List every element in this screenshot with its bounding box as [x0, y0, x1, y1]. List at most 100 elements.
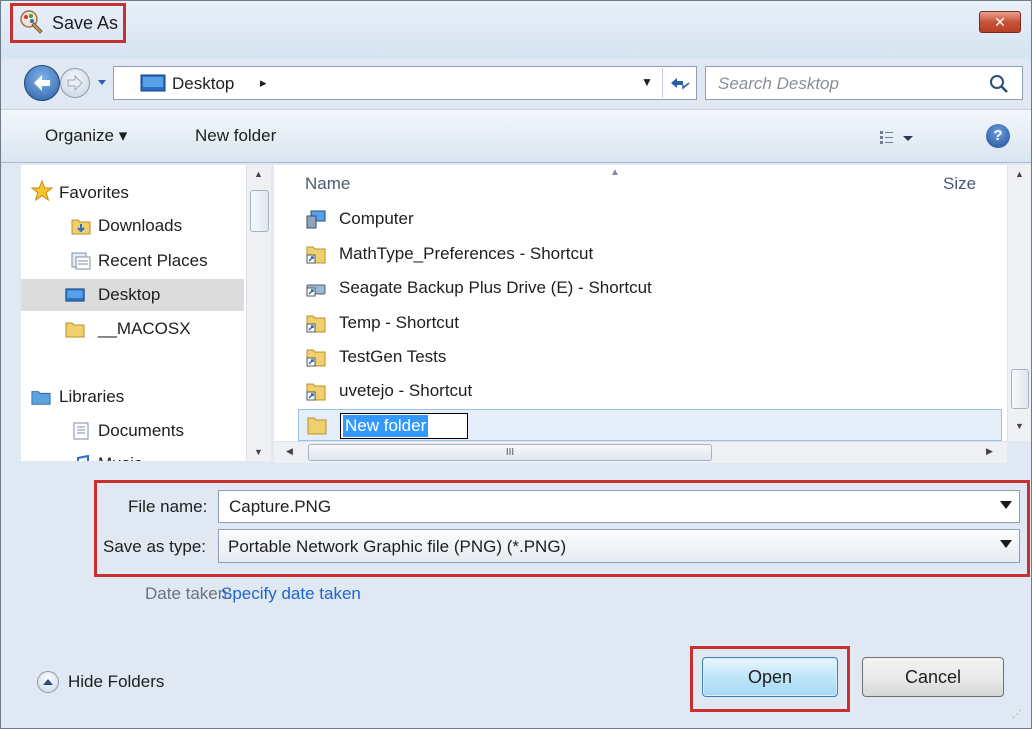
- save-as-type-label: Save as type:: [103, 537, 207, 556]
- nav-item-documents[interactable]: Documents: [21, 415, 246, 447]
- resize-grip-icon[interactable]: ⋰: [1012, 709, 1022, 720]
- scroll-up-arrow-icon[interactable]: ▲: [254, 169, 263, 179]
- close-button[interactable]: ✕: [979, 11, 1021, 33]
- file-name: Temp - Shortcut: [339, 313, 459, 332]
- nav-item-music[interactable]: Music: [21, 448, 246, 461]
- refresh-button[interactable]: [662, 68, 696, 98]
- save-as-type-dropdown-icon[interactable]: [1000, 540, 1012, 548]
- save-as-type-select[interactable]: Portable Network Graphic file (PNG) (*.P…: [218, 529, 1020, 563]
- new-folder-row[interactable]: New folder: [298, 409, 1002, 441]
- shortcut-folder-icon: [306, 349, 326, 367]
- nav-item-label: Music: [98, 448, 142, 461]
- arrow-left-icon: [34, 75, 50, 91]
- nav-item-label: Downloads: [98, 216, 183, 235]
- desktop-icon: [65, 288, 85, 302]
- paint-app-icon: [20, 10, 43, 34]
- file-row[interactable]: MathType_Preferences - Shortcut: [298, 237, 998, 271]
- music-icon: [77, 455, 89, 461]
- file-name: uvetejo - Shortcut: [339, 381, 473, 400]
- recent-places-icon: [71, 252, 91, 270]
- save-as-type-value: Portable Network Graphic file (PNG) (*.P…: [228, 537, 567, 556]
- organize-menu-button[interactable]: Organize ▾: [45, 126, 127, 146]
- downloads-folder-icon: [71, 219, 91, 235]
- file-name: Seagate Backup Plus Drive (E) - Shortcut: [339, 278, 652, 297]
- help-button[interactable]: ?: [986, 124, 1010, 148]
- nav-favorites-label: Favorites: [59, 183, 129, 202]
- nav-item-downloads[interactable]: Downloads: [21, 210, 246, 242]
- refresh-icon: [670, 78, 689, 90]
- address-location[interactable]: Desktop: [172, 74, 234, 94]
- shortcut-folder-icon: [306, 246, 326, 264]
- file-row[interactable]: uvetejo - Shortcut: [298, 374, 998, 408]
- file-row[interactable]: Temp - Shortcut: [298, 306, 998, 340]
- file-row[interactable]: TestGen Tests: [298, 340, 998, 374]
- file-list: ▲ Name Size Computer MathType_Preference…: [274, 165, 1007, 441]
- command-toolbar: Organize ▾ New folder ?: [1, 109, 1031, 163]
- file-name: TestGen Tests: [339, 347, 447, 366]
- nav-libraries-label: Libraries: [59, 387, 125, 406]
- file-row[interactable]: Seagate Backup Plus Drive (E) - Shortcut: [298, 271, 998, 305]
- file-list-scroll-thumb[interactable]: [1011, 369, 1029, 409]
- folder-icon: [65, 322, 85, 338]
- search-icon[interactable]: [988, 73, 1010, 95]
- address-dropdown-icon[interactable]: ▼: [641, 75, 653, 89]
- desktop-icon: [140, 74, 166, 92]
- column-header-size[interactable]: Size: [943, 174, 976, 194]
- specify-date-taken-link[interactable]: Specify date taken: [221, 584, 361, 604]
- window-title: Save As: [52, 13, 119, 33]
- rename-field[interactable]: New folder: [340, 413, 468, 439]
- address-bar[interactable]: Desktop ▸ ▼: [113, 66, 697, 100]
- scroll-down-arrow-icon[interactable]: ▼: [1015, 421, 1024, 431]
- recent-pages-dropdown-icon[interactable]: [95, 75, 109, 89]
- rename-text[interactable]: New folder: [343, 415, 429, 437]
- shortcut-folder-icon: [306, 383, 326, 401]
- star-icon: [31, 180, 53, 202]
- search-box[interactable]: Search Desktop: [705, 66, 1023, 100]
- hide-folders-button[interactable]: Hide Folders: [68, 672, 164, 692]
- nav-libraries-header[interactable]: Libraries: [21, 381, 246, 413]
- new-folder-button[interactable]: New folder: [195, 126, 276, 146]
- scroll-down-arrow-icon[interactable]: ▼: [254, 447, 263, 457]
- search-input[interactable]: Search Desktop: [718, 74, 839, 94]
- nav-pane-scrollbar[interactable]: ▲ ▼: [246, 165, 271, 461]
- arrow-right-icon: [67, 74, 83, 92]
- nav-item-recent-places[interactable]: Recent Places: [21, 245, 246, 277]
- open-button[interactable]: Open: [702, 657, 838, 697]
- shortcut-drive-icon: [306, 284, 326, 297]
- horizontal-scroll-thumb[interactable]: III: [308, 444, 712, 461]
- scroll-right-arrow-icon[interactable]: ▶: [986, 446, 993, 457]
- scroll-up-arrow-icon[interactable]: ▲: [1015, 169, 1024, 179]
- sort-ascending-icon: ▲: [610, 167, 620, 178]
- libraries-icon: [31, 391, 51, 405]
- breadcrumb-chevron-icon[interactable]: ▸: [260, 75, 267, 91]
- file-row[interactable]: Computer: [298, 202, 998, 236]
- nav-item-label: Recent Places: [98, 251, 208, 270]
- scroll-left-arrow-icon[interactable]: ◀: [286, 446, 293, 457]
- shortcut-folder-icon: [306, 315, 326, 333]
- file-list-vertical-scrollbar[interactable]: ▲ ▼: [1007, 165, 1031, 441]
- change-view-icon[interactable]: [878, 128, 918, 148]
- file-name-field[interactable]: Capture.PNG: [218, 490, 1020, 523]
- nav-item-label: __MACOSX: [98, 319, 191, 338]
- file-list-horizontal-scrollbar[interactable]: ◀ III ▶: [274, 441, 1007, 463]
- nav-item-label: Documents: [98, 421, 184, 440]
- date-taken-label: Date taken:: [145, 584, 232, 603]
- nav-item-desktop[interactable]: Desktop: [21, 279, 244, 311]
- documents-icon: [73, 422, 89, 440]
- file-name: MathType_Preferences - Shortcut: [339, 244, 594, 263]
- hide-folders-icon[interactable]: [37, 671, 59, 693]
- file-name-value[interactable]: Capture.PNG: [229, 497, 331, 517]
- nav-pane-scroll-thumb[interactable]: [250, 190, 269, 232]
- file-name-label: File name:: [128, 497, 208, 516]
- nav-item-macosx[interactable]: __MACOSX: [21, 313, 246, 345]
- file-name: Computer: [339, 209, 414, 228]
- forward-button[interactable]: [60, 68, 90, 98]
- title-bar[interactable]: [1, 1, 1031, 59]
- back-button[interactable]: [24, 65, 60, 101]
- column-header-name[interactable]: Name: [305, 174, 350, 194]
- file-name-dropdown-icon[interactable]: [1000, 501, 1012, 509]
- folder-icon: [307, 417, 327, 435]
- cancel-button[interactable]: Cancel: [862, 657, 1004, 697]
- chevron-up-icon: [43, 679, 53, 685]
- navigation-pane: Favorites Downloads Recent Places Deskto…: [21, 165, 271, 461]
